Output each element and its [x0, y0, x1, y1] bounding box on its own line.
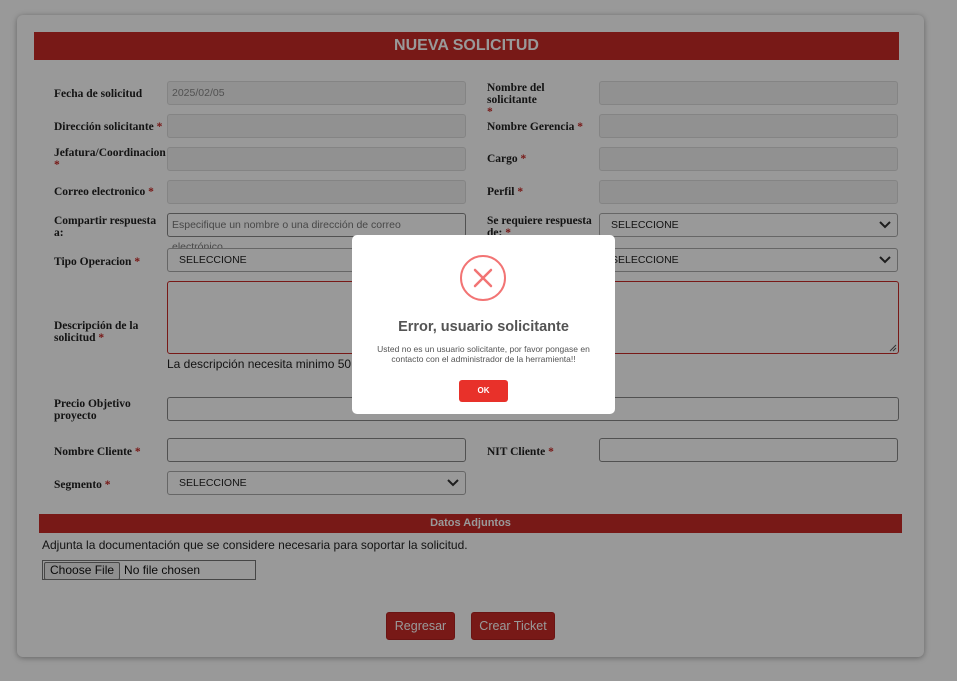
modal-title: Error, usuario solicitante	[398, 319, 569, 335]
error-x-icon	[460, 255, 506, 301]
ok-button[interactable]: OK	[459, 380, 508, 402]
modal-message: Usted no es un usuario solicitante, por …	[377, 344, 590, 364]
error-modal: Error, usuario solicitante Usted no es u…	[352, 235, 615, 414]
